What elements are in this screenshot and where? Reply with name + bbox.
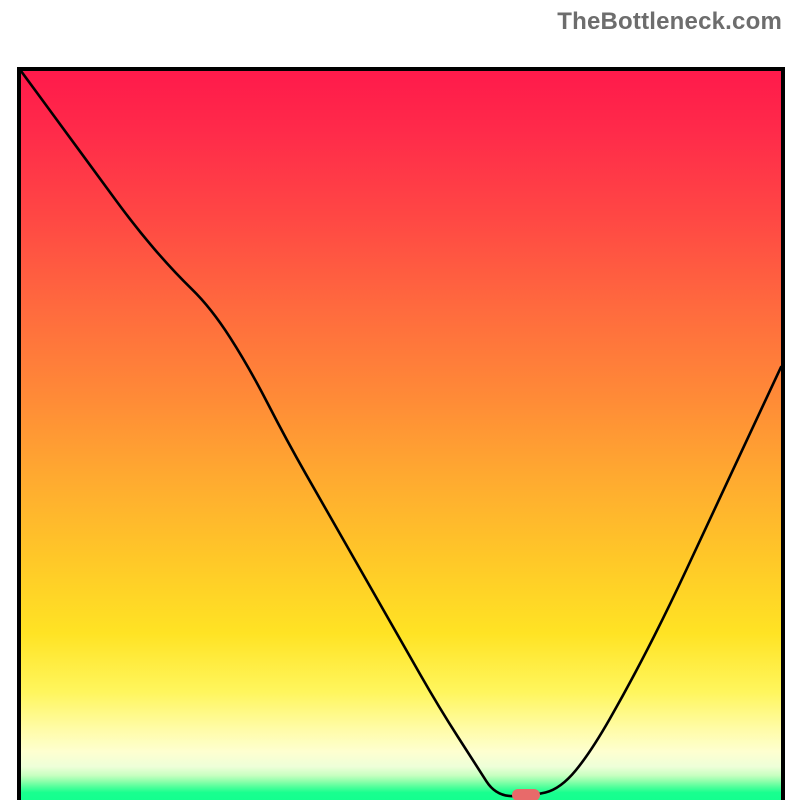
watermark-text: TheBottleneck.com (557, 8, 782, 36)
chart-container: TheBottleneck.com (0, 0, 800, 800)
plot-outer (3, 35, 797, 797)
gradient-background (21, 71, 781, 800)
optimum-marker (512, 789, 540, 800)
